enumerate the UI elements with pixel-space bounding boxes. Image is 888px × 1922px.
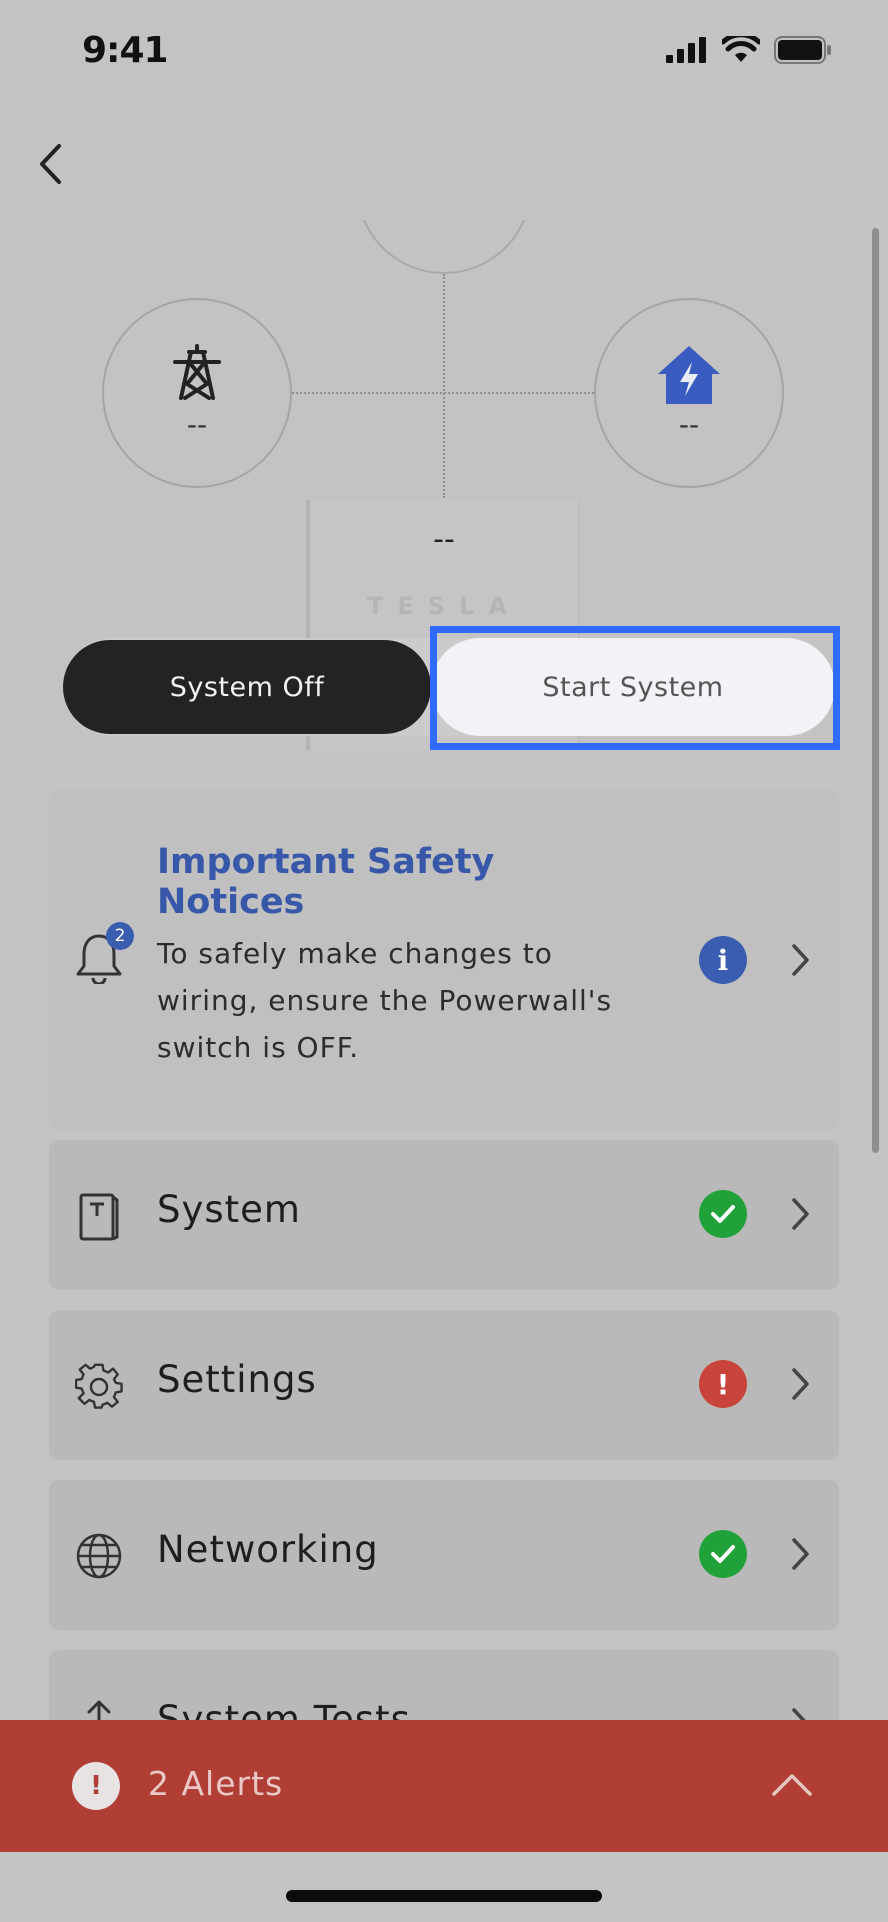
alerts-bar[interactable]: ! 2 Alerts (0, 1720, 888, 1852)
scrollbar[interactable] (872, 228, 879, 1153)
system-row[interactable]: System (49, 1140, 839, 1290)
powerwall-device-icon (79, 1193, 119, 1241)
grid-node[interactable]: -- (102, 298, 292, 488)
chevron-right-icon (792, 944, 809, 976)
networking-row[interactable]: Networking (49, 1480, 839, 1630)
grid-value: -- (186, 408, 208, 441)
tesla-logo: TESLA (367, 592, 521, 620)
highlight-box (430, 626, 840, 750)
checkmark-icon (699, 1530, 747, 1578)
chevron-left-icon (40, 144, 61, 184)
status-bar: 9:41 (0, 0, 888, 110)
power-tower-icon (173, 344, 221, 400)
safety-title: Important Safety Notices (157, 842, 495, 922)
home-bolt-icon (658, 346, 720, 404)
settings-row[interactable]: Settings ! (49, 1310, 839, 1460)
status-time: 9:41 (82, 30, 169, 71)
info-icon: i (699, 936, 747, 984)
chevron-right-icon (792, 1538, 809, 1570)
home-indicator (286, 1890, 602, 1902)
chevron-up-icon[interactable] (770, 1770, 814, 1800)
safety-body: To safely make changes to wiring, ensure… (157, 937, 613, 1064)
powerwall-value: -- (433, 522, 455, 557)
alerts-label: 2 Alerts (148, 1764, 284, 1803)
alert-icon: ! (72, 1762, 120, 1810)
home-value: -- (678, 408, 700, 441)
gear-icon (75, 1363, 123, 1409)
chevron-right-icon (792, 1198, 809, 1230)
system-label: System (157, 1188, 301, 1231)
signal-icon (666, 37, 706, 63)
settings-label: Settings (157, 1358, 317, 1401)
networking-label: Networking (157, 1528, 379, 1571)
system-off-button[interactable]: System Off (63, 640, 431, 734)
status-icons (666, 36, 832, 64)
chevron-right-icon (792, 1368, 809, 1400)
safety-notice-card[interactable]: 2 Important Safety Notices To safely mak… (49, 790, 839, 1130)
battery-icon (774, 36, 831, 64)
checkmark-icon (699, 1190, 747, 1238)
wifi-icon (722, 36, 760, 62)
flow-line-vertical (443, 274, 445, 498)
globe-icon (76, 1533, 122, 1579)
notification-badge: 2 (106, 922, 134, 950)
home-node[interactable]: -- (594, 298, 784, 488)
error-icon: ! (699, 1360, 747, 1408)
solar-node (356, 220, 532, 274)
back-button[interactable] (22, 136, 78, 192)
flow-line-horizontal (292, 392, 594, 394)
